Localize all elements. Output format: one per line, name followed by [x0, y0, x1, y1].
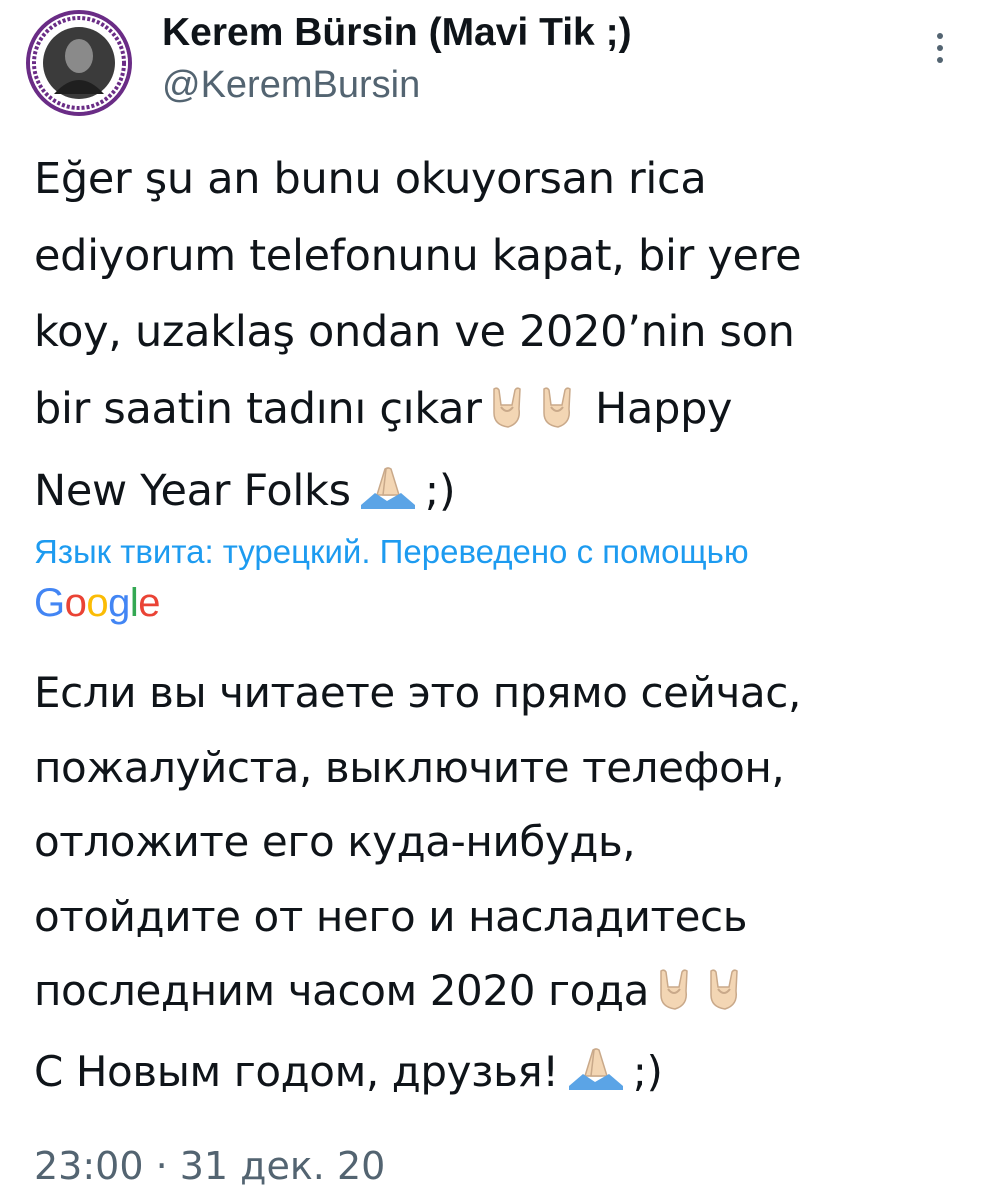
more-vertical-icon — [937, 33, 943, 39]
sign-of-the-horns-emoji — [655, 960, 693, 1035]
author-avatar[interactable] — [26, 10, 132, 116]
sign-of-the-horns-emoji — [488, 377, 526, 454]
avatar-image — [30, 14, 128, 112]
translation-note[interactable]: Язык твита: турецкий. Переведено с помощ… — [34, 530, 749, 574]
tweet: Kerem Bürsin (Mavi Tik ;) @KeremBursin E… — [0, 0, 991, 1200]
more-options-button[interactable] — [925, 28, 955, 68]
translated-text-part3: ;) — [632, 1046, 663, 1096]
sign-of-the-horns-emoji — [705, 960, 743, 1035]
google-logo[interactable]: Google — [34, 578, 161, 628]
tweet-text-part3: ;) — [424, 466, 456, 516]
translated-text: Если вы читаете это прямо сейчас, пожалу… — [34, 656, 974, 1115]
folded-hands-emoji — [565, 1041, 627, 1116]
tweet-timestamp[interactable]: 23:00 · 31 дек. 20 — [34, 1140, 385, 1192]
translated-text-part2: С Новым годом, друзья! — [34, 1046, 559, 1096]
sign-of-the-horns-emoji — [538, 377, 576, 454]
author-handle[interactable]: @KeremBursin — [162, 62, 420, 108]
tweet-text: Eğer şu an bunu okuyorsan rica ediyorum … — [34, 141, 964, 536]
folded-hands-emoji — [357, 459, 419, 536]
author-name[interactable]: Kerem Bürsin (Mavi Tik ;) — [162, 10, 632, 56]
